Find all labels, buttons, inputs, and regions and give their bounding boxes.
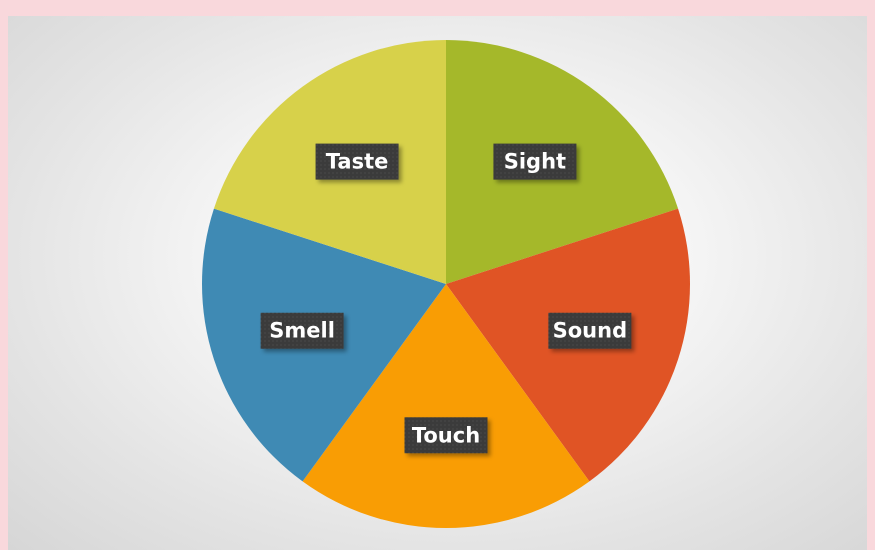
pie-chart: Sight Sound Touch Smell Taste — [201, 40, 690, 528]
pie-slices — [201, 40, 690, 528]
pie-label-touch: Touch — [404, 417, 488, 454]
pie-label-sound: Sound — [548, 312, 632, 349]
pie-label-smell: Smell — [260, 312, 344, 349]
pie-label-text-sound: Sound — [553, 319, 627, 343]
pie-label-text-sight: Sight — [504, 150, 566, 174]
pie-label-text-touch: Touch — [412, 423, 480, 447]
chart-area: Sight Sound Touch Smell Taste — [8, 16, 867, 550]
pie-label-text-smell: Smell — [269, 319, 335, 343]
pie-label-text-taste: Taste — [326, 150, 389, 174]
pie-label-sight: Sight — [493, 143, 577, 180]
pie-label-taste: Taste — [315, 143, 399, 180]
